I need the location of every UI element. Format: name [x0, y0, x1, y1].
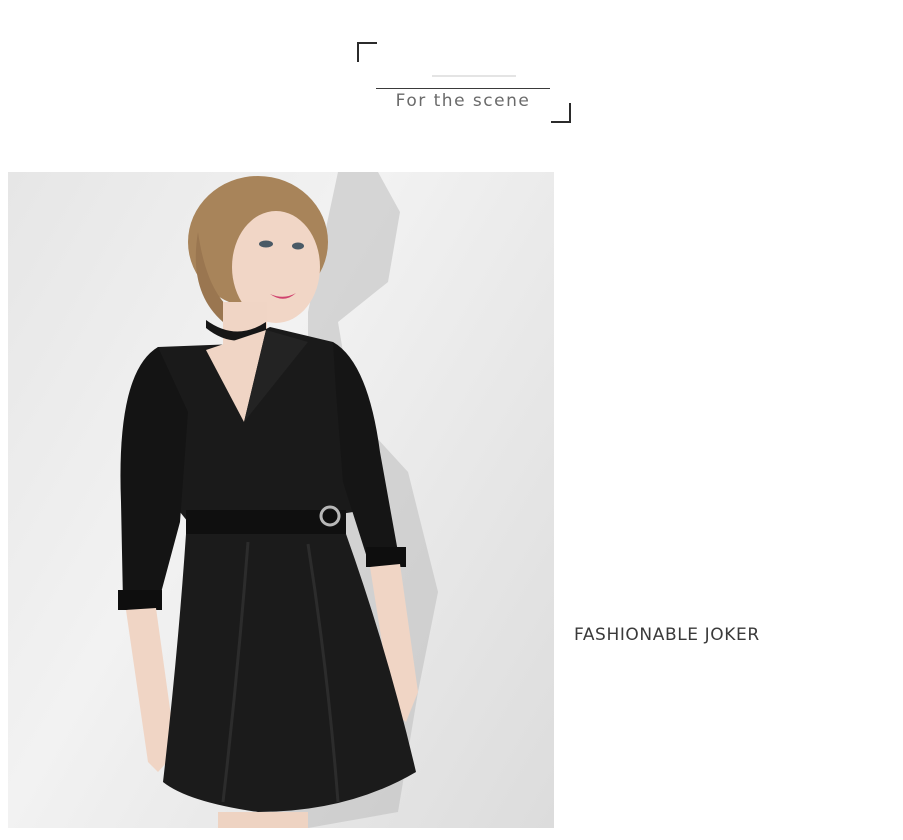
section-title: For the scene — [395, 91, 531, 111]
tagline: FASHIONABLE JOKER — [574, 625, 760, 645]
corner-bracket-bottom-right — [551, 103, 571, 123]
legs — [218, 812, 308, 828]
title-underline — [376, 88, 550, 89]
product-photo — [8, 172, 554, 828]
corner-bracket-top-left — [357, 42, 377, 62]
model-illustration — [118, 172, 438, 828]
faint-divider — [432, 75, 516, 77]
